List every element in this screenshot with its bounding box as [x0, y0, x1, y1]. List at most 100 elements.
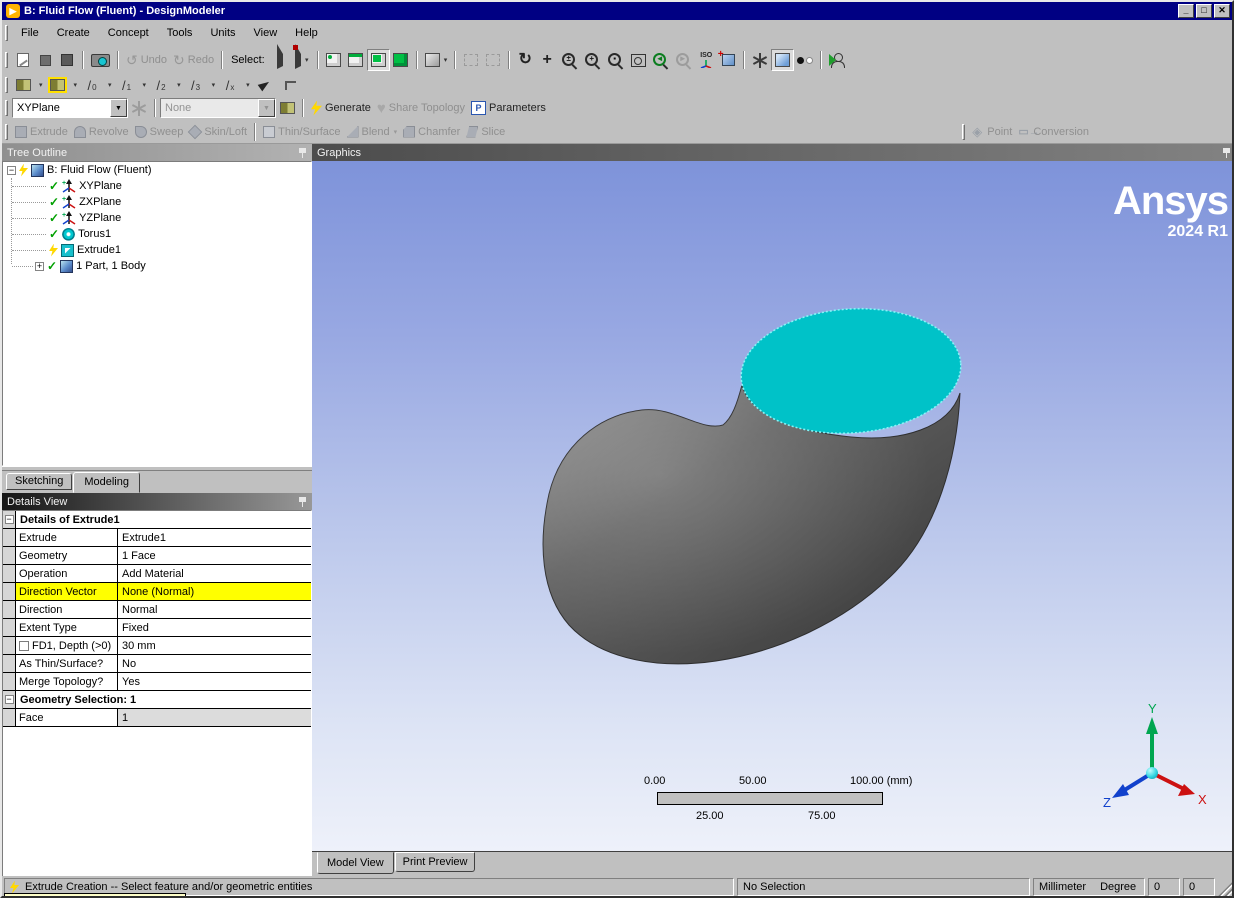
details-section-details-of-extrude1[interactable]: −Details of Extrude1 [3, 511, 311, 529]
zoom-in-icon[interactable]: + [581, 49, 604, 71]
sketch-combobox[interactable]: None ▼ [160, 98, 276, 118]
vertex-display-icon[interactable] [794, 49, 816, 71]
toolbar4-grip[interactable] [5, 124, 8, 140]
graphics-viewport[interactable]: Ansys 2024 R1 0.00 50.00 100.00 (mm) 25.… [312, 161, 1234, 851]
menu-item-view[interactable]: View [245, 24, 287, 42]
feature-button-revolve[interactable]: Revolve [71, 121, 132, 143]
resize-grip[interactable] [1218, 878, 1234, 896]
display-model-icon[interactable] [56, 49, 78, 71]
toolbar2-grip[interactable] [5, 77, 8, 93]
tree-item-1-part-1-body[interactable]: +✓1 Part, 1 Body [3, 258, 311, 274]
orientation-triad[interactable]: Y Z X [1097, 701, 1212, 816]
parameters-button[interactable]: P Parameters [468, 97, 549, 119]
feature-button-chamfer[interactable]: Chamfer [400, 121, 463, 143]
pipe-model[interactable] [312, 161, 1234, 851]
tree-item-torus1[interactable]: ✓Torus1 [3, 226, 311, 242]
minimize-button[interactable]: _ [1178, 4, 1194, 18]
display-option-icon[interactable] [34, 49, 56, 71]
edge-coloring-3-icon[interactable]: /3 [185, 74, 207, 96]
tree-item-zxplane[interactable]: ✓+ZXPlane [3, 194, 311, 210]
display-grid-icon[interactable] [12, 74, 34, 96]
property-value[interactable]: No [118, 655, 311, 672]
property-value[interactable]: Add Material [118, 565, 311, 582]
edge-coloring-0-icon[interactable]: /0 [81, 74, 103, 96]
menu-item-tools[interactable]: Tools [158, 24, 202, 42]
dropdown-arrow-icon[interactable]: ▾ [74, 81, 78, 89]
feature-button-skin-loft[interactable]: Skin/Loft [186, 121, 250, 143]
edge-coloring-2-icon[interactable]: /2 [150, 74, 172, 96]
tree-item-root[interactable]: −B: Fluid Flow (Fluent) [3, 162, 311, 178]
dropdown-arrow-icon[interactable]: ▾ [305, 56, 309, 64]
select-mode-single-icon[interactable] [269, 49, 291, 71]
dropdown-arrow-icon[interactable]: ▾ [246, 81, 250, 89]
sketch-combobox-arrow-icon[interactable]: ▼ [258, 99, 275, 117]
maximize-button[interactable]: □ [1196, 4, 1212, 18]
select-mode-box-icon[interactable]: ▾ [291, 49, 313, 71]
tree-item-extrude1[interactable]: Extrude1 [3, 242, 311, 258]
new-plane-view-icon[interactable] [717, 49, 739, 71]
feature-button-slice[interactable]: Slice [463, 121, 508, 143]
feature-button-sweep[interactable]: Sweep [132, 121, 187, 143]
extend-selection-icon[interactable] [460, 49, 482, 71]
new-sketch-button[interactable] [276, 97, 298, 119]
pin-icon[interactable] [298, 147, 307, 158]
box-zoom-icon[interactable] [627, 49, 649, 71]
pin-icon[interactable] [1222, 147, 1231, 158]
menu-grip[interactable] [5, 25, 8, 41]
plane-combobox[interactable]: XYPlane ▼ [12, 98, 128, 118]
filter-faces-icon[interactable] [367, 49, 390, 71]
feature-button-point[interactable]: ◈Point [969, 121, 1015, 143]
toolbar4-right-grip[interactable] [962, 124, 965, 140]
new-sketch-icon[interactable] [12, 49, 34, 71]
collapse-box[interactable]: − [7, 166, 16, 175]
plane-combobox-arrow-icon[interactable]: ▼ [110, 99, 127, 117]
shaded-exterior-icon[interactable] [771, 49, 794, 71]
toolbar3-grip[interactable] [5, 100, 8, 116]
dropdown-arrow-icon[interactable]: ▾ [212, 81, 216, 89]
dropdown-arrow-icon[interactable]: ▾ [177, 81, 181, 89]
property-value[interactable]: Extrude1 [118, 529, 311, 546]
plane-combobox-value[interactable]: XYPlane [13, 99, 110, 117]
menu-item-concept[interactable]: Concept [99, 24, 158, 42]
dropdown-arrow-icon[interactable]: ▾ [444, 56, 448, 64]
isometric-view-icon[interactable]: ISO [695, 49, 717, 71]
tree-item-xyplane[interactable]: ✓+XYPlane [3, 178, 311, 194]
previous-view-icon[interactable]: ◄ [649, 49, 672, 71]
pin-icon[interactable] [298, 496, 307, 507]
property-value[interactable]: None (Normal) [118, 583, 311, 600]
edge-coloring-1-icon[interactable]: /1 [116, 74, 138, 96]
redo-button[interactable]: ↻Redo [170, 49, 217, 71]
image-capture-icon[interactable] [88, 49, 113, 71]
filter-vertices-icon[interactable] [323, 49, 345, 71]
checkbox[interactable] [19, 641, 29, 651]
filter-edges-icon[interactable] [345, 49, 367, 71]
close-button[interactable]: ✕ [1214, 4, 1230, 18]
menu-item-file[interactable]: File [12, 24, 48, 42]
menu-item-units[interactable]: Units [201, 24, 244, 42]
title-bar[interactable]: ▶ B: Fluid Flow (Fluent) - DesignModeler… [2, 2, 1232, 20]
edge-direction-icon[interactable] [254, 74, 276, 96]
viewing-options-icon[interactable] [826, 49, 848, 71]
undo-button[interactable]: ↺Undo [123, 49, 170, 71]
dropdown-arrow-icon[interactable]: ▾ [394, 128, 398, 136]
property-value[interactable]: Fixed [118, 619, 311, 636]
property-value[interactable]: 30 mm [118, 637, 311, 654]
next-view-icon[interactable]: ► [672, 49, 695, 71]
feature-button-extrude[interactable]: Extrude [12, 121, 71, 143]
look-at-icon[interactable] [749, 49, 771, 71]
property-value[interactable]: Normal [118, 601, 311, 618]
tab-sketching[interactable]: Sketching [6, 473, 72, 490]
share-topology-button[interactable]: ♥ Share Topology [374, 97, 468, 119]
generate-plane-button[interactable] [128, 97, 150, 119]
menu-item-help[interactable]: Help [286, 24, 327, 42]
snap-grid-icon[interactable] [47, 74, 69, 96]
tab-print-preview[interactable]: Print Preview [395, 852, 476, 872]
property-value[interactable]: 1 Face [118, 547, 311, 564]
menu-item-create[interactable]: Create [48, 24, 99, 42]
dropdown-arrow-icon[interactable]: ▾ [108, 81, 112, 89]
zoom-body-icon[interactable]: ▪ [604, 49, 627, 71]
collapse-box[interactable]: − [5, 695, 14, 704]
tab-model-view[interactable]: Model View [317, 852, 394, 874]
collapse-box[interactable]: − [5, 515, 14, 524]
expand-box[interactable]: + [35, 262, 44, 271]
